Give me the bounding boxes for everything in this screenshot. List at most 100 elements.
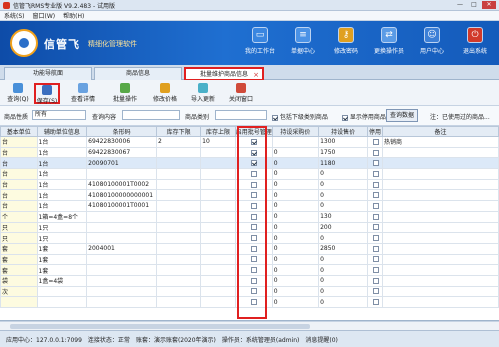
stock-min-cell[interactable] [155,242,202,255]
disabled-cell[interactable] [367,253,383,266]
aux-unit-cell[interactable]: 1套 [36,264,88,276]
checkbox-icon[interactable] [372,267,379,274]
batch-manage-cell[interactable] [234,221,273,234]
column-header[interactable]: 持设采购价 [271,126,320,137]
stock-min-cell[interactable] [155,221,202,234]
barcode-cell[interactable] [86,232,157,244]
table-row[interactable]: 台 1台 69422830067 0 1750 [0,146,499,159]
sale-price-cell[interactable]: 200 [318,221,369,234]
stock-max-cell[interactable] [200,296,236,308]
remark-cell[interactable] [381,200,499,212]
stock-max-cell[interactable] [200,274,236,287]
column-header[interactable]: 库存下限 [155,126,202,137]
checkbox-icon[interactable] [251,149,258,156]
unit-cell[interactable]: 台 [0,189,38,202]
disabled-cell[interactable] [367,274,383,287]
checkbox-icon[interactable] [251,299,258,306]
barcode-cell[interactable] [86,285,157,298]
unit-cell[interactable]: 台 [0,146,38,159]
disabled-cell[interactable] [367,200,383,212]
sale-price-cell[interactable]: 2850 [318,242,369,255]
column-header[interactable]: 备注 [381,126,499,137]
unit-cell[interactable]: 台 [0,168,38,180]
checkbox-icon[interactable] [372,224,379,231]
aux-unit-cell[interactable]: 1台 [36,189,88,202]
remark-cell[interactable] [381,221,499,234]
batch-manage-cell[interactable] [234,210,273,223]
barcode-cell[interactable]: 41080100001T0001 [86,200,157,212]
remark-cell[interactable] [381,178,499,191]
remark-cell[interactable] [381,189,499,202]
remark-cell[interactable] [381,168,499,180]
stock-min-cell[interactable] [155,178,202,191]
checkbox-icon[interactable] [251,288,258,295]
purchase-price-cell[interactable]: 0 [271,253,320,266]
barcode-cell[interactable]: 69422830006 [86,136,157,148]
batch-manage-cell[interactable] [234,253,273,266]
stock-max-cell[interactable] [200,285,236,298]
table-row[interactable]: 台 1台 69422830006 2 10 1300 热销商 [0,136,499,148]
aux-unit-cell[interactable]: 1台 [36,157,88,170]
disabled-cell[interactable] [367,168,383,180]
stock-max-cell[interactable] [200,253,236,266]
minimize-button[interactable]: — [454,1,466,9]
aux-unit-cell[interactable]: 1台 [36,178,88,191]
checkbox-icon[interactable] [372,170,379,177]
checkbox-icon[interactable] [372,235,379,242]
remark-cell[interactable] [381,146,499,159]
sale-price-cell[interactable]: 0 [318,253,369,266]
aux-unit-cell[interactable] [36,285,88,298]
view-details-button[interactable]: 查看详情 [64,83,102,104]
barcode-cell[interactable] [86,296,157,308]
sale-price-cell[interactable]: 1750 [318,146,369,159]
aux-unit-cell[interactable]: 1只 [36,232,88,244]
horizontal-scrollbar[interactable] [0,321,499,330]
purchase-price-cell[interactable] [271,136,320,148]
barcode-cell[interactable] [86,210,157,223]
product-type-select[interactable]: 所有 [32,110,86,120]
switch-operator-button[interactable]: ⇄ 更换操作员 [370,27,408,55]
documents-button[interactable]: ≡ 单据中心 [284,27,322,55]
barcode-cell[interactable] [86,264,157,276]
stock-min-cell[interactable] [155,189,202,202]
unit-cell[interactable]: 只 [0,232,38,244]
aux-unit-cell[interactable] [36,296,88,308]
aux-unit-cell[interactable]: 1只 [36,221,88,234]
change-password-button[interactable]: ⚷ 修改密码 [327,27,365,55]
batch-manage-cell[interactable] [234,178,273,191]
column-header[interactable]: 辅助单位信息 [36,126,88,137]
batch-manage-cell[interactable] [234,242,273,255]
aux-unit-cell[interactable]: 1台 [36,200,88,212]
barcode-cell[interactable]: 41080100001T0002 [86,178,157,191]
purchase-price-cell[interactable]: 0 [271,200,320,212]
unit-cell[interactable]: 套 [0,242,38,255]
checkbox-icon[interactable] [372,149,379,156]
disabled-cell[interactable] [367,178,383,191]
remark-cell[interactable] [381,157,499,170]
modify-price-button[interactable]: 修改价格 [148,83,182,104]
save-button[interactable]: 保存(S) [34,83,60,105]
unit-cell[interactable]: 台 [0,200,38,212]
batch-manage-cell[interactable] [234,200,273,212]
checkbox-icon[interactable] [372,202,379,209]
stock-min-cell[interactable] [155,210,202,223]
barcode-cell[interactable] [86,221,157,234]
remark-cell[interactable] [381,296,499,308]
checkbox-icon[interactable] [251,213,258,220]
checkbox-icon[interactable] [372,288,379,295]
barcode-cell[interactable] [86,168,157,180]
stock-min-cell[interactable] [155,157,202,170]
remark-cell[interactable] [381,264,499,276]
aux-unit-cell[interactable]: 1台 [36,136,88,148]
disabled-cell[interactable] [367,136,383,148]
stock-max-cell[interactable] [200,168,236,180]
batch-manage-cell[interactable] [234,264,273,276]
purchase-price-cell[interactable]: 0 [271,232,320,244]
close-window-button[interactable]: 关闭窗口 [224,83,258,104]
unit-cell[interactable]: 台 [0,178,38,191]
purchase-price-cell[interactable]: 0 [271,296,320,308]
table-row[interactable]: 00 [0,296,499,308]
table-row[interactable]: 台 1台 20090701 0 1180 [0,157,499,170]
sale-price-cell[interactable]: 0 [318,296,369,308]
close-button[interactable]: ✕ [482,1,496,9]
